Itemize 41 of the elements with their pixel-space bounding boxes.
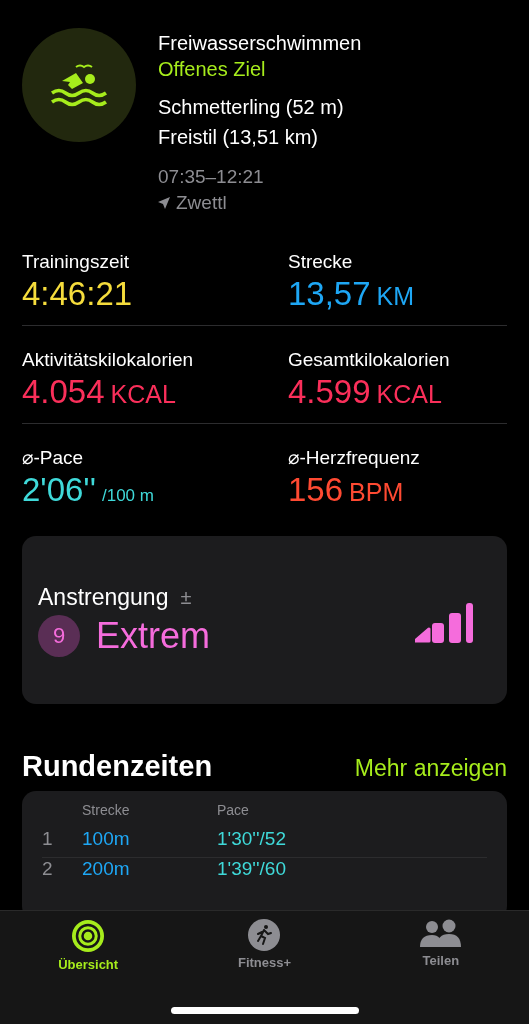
workout-title: Freiwasserschwimmen: [158, 31, 362, 56]
workout-time: 07:35–12:21: [158, 165, 265, 189]
metric-value: 13,57 KM: [288, 274, 416, 314]
metric-value: 4:46:21: [22, 274, 134, 314]
metric-label: ⌀-Pace: [22, 446, 85, 470]
effort-label: Anstrengung: [38, 583, 169, 611]
lap-number: 2: [42, 858, 54, 880]
metric-value: 156 BPM: [288, 470, 405, 510]
effort-score: 9: [38, 614, 80, 657]
tab-item[interactable]: Teilen: [419, 911, 462, 983]
lap-number: 1: [42, 828, 54, 850]
location-arrow-icon: [158, 197, 170, 209]
effort-card[interactable]: Anstrengung ± 9 Extrem: [22, 536, 507, 704]
people-icon: [419, 919, 462, 949]
tab-item[interactable]: Übersicht: [58, 911, 119, 983]
metric-value: 4.599 KCAL: [288, 372, 443, 412]
swimmer-icon: [50, 63, 108, 107]
lap-pace: 1'30''/52: [217, 828, 287, 850]
workout-location: Zwettl: [176, 191, 227, 215]
metric-label: Gesamtkilokalorien: [288, 348, 451, 372]
lap-distance: 200m: [82, 858, 131, 880]
show-more-link[interactable]: Mehr anzeigen: [354, 755, 507, 782]
lap-pace: 1'39''/60: [217, 858, 287, 880]
adjust-symbol[interactable]: ±: [180, 585, 192, 609]
metric-value: 2'06'' /100 m: [22, 470, 155, 510]
runner-icon: [248, 919, 281, 951]
column-header: Pace: [217, 802, 250, 818]
laps-title: Rundenzeiten: [22, 750, 213, 783]
stroke-summary: Freistil (13,51 km): [158, 125, 320, 150]
tab-item[interactable]: Fitness+: [237, 911, 292, 983]
stroke-summary: Schmetterling (52 m): [158, 95, 345, 120]
rings-icon: [71, 919, 106, 953]
metric-value: 4.054 KCAL: [22, 372, 177, 412]
column-header: Strecke: [82, 802, 131, 818]
lap-distance: 100m: [82, 828, 131, 850]
metric-label: Strecke: [288, 250, 354, 274]
metric-label: ⌀-Herzfrequenz: [288, 446, 421, 470]
workout-goal: Offenes Ziel: [158, 57, 267, 82]
metric-label: Aktivitätskilokalorien: [22, 348, 195, 372]
metric-label: Trainingszeit: [22, 250, 130, 274]
effort-rating: Extrem: [96, 614, 210, 657]
